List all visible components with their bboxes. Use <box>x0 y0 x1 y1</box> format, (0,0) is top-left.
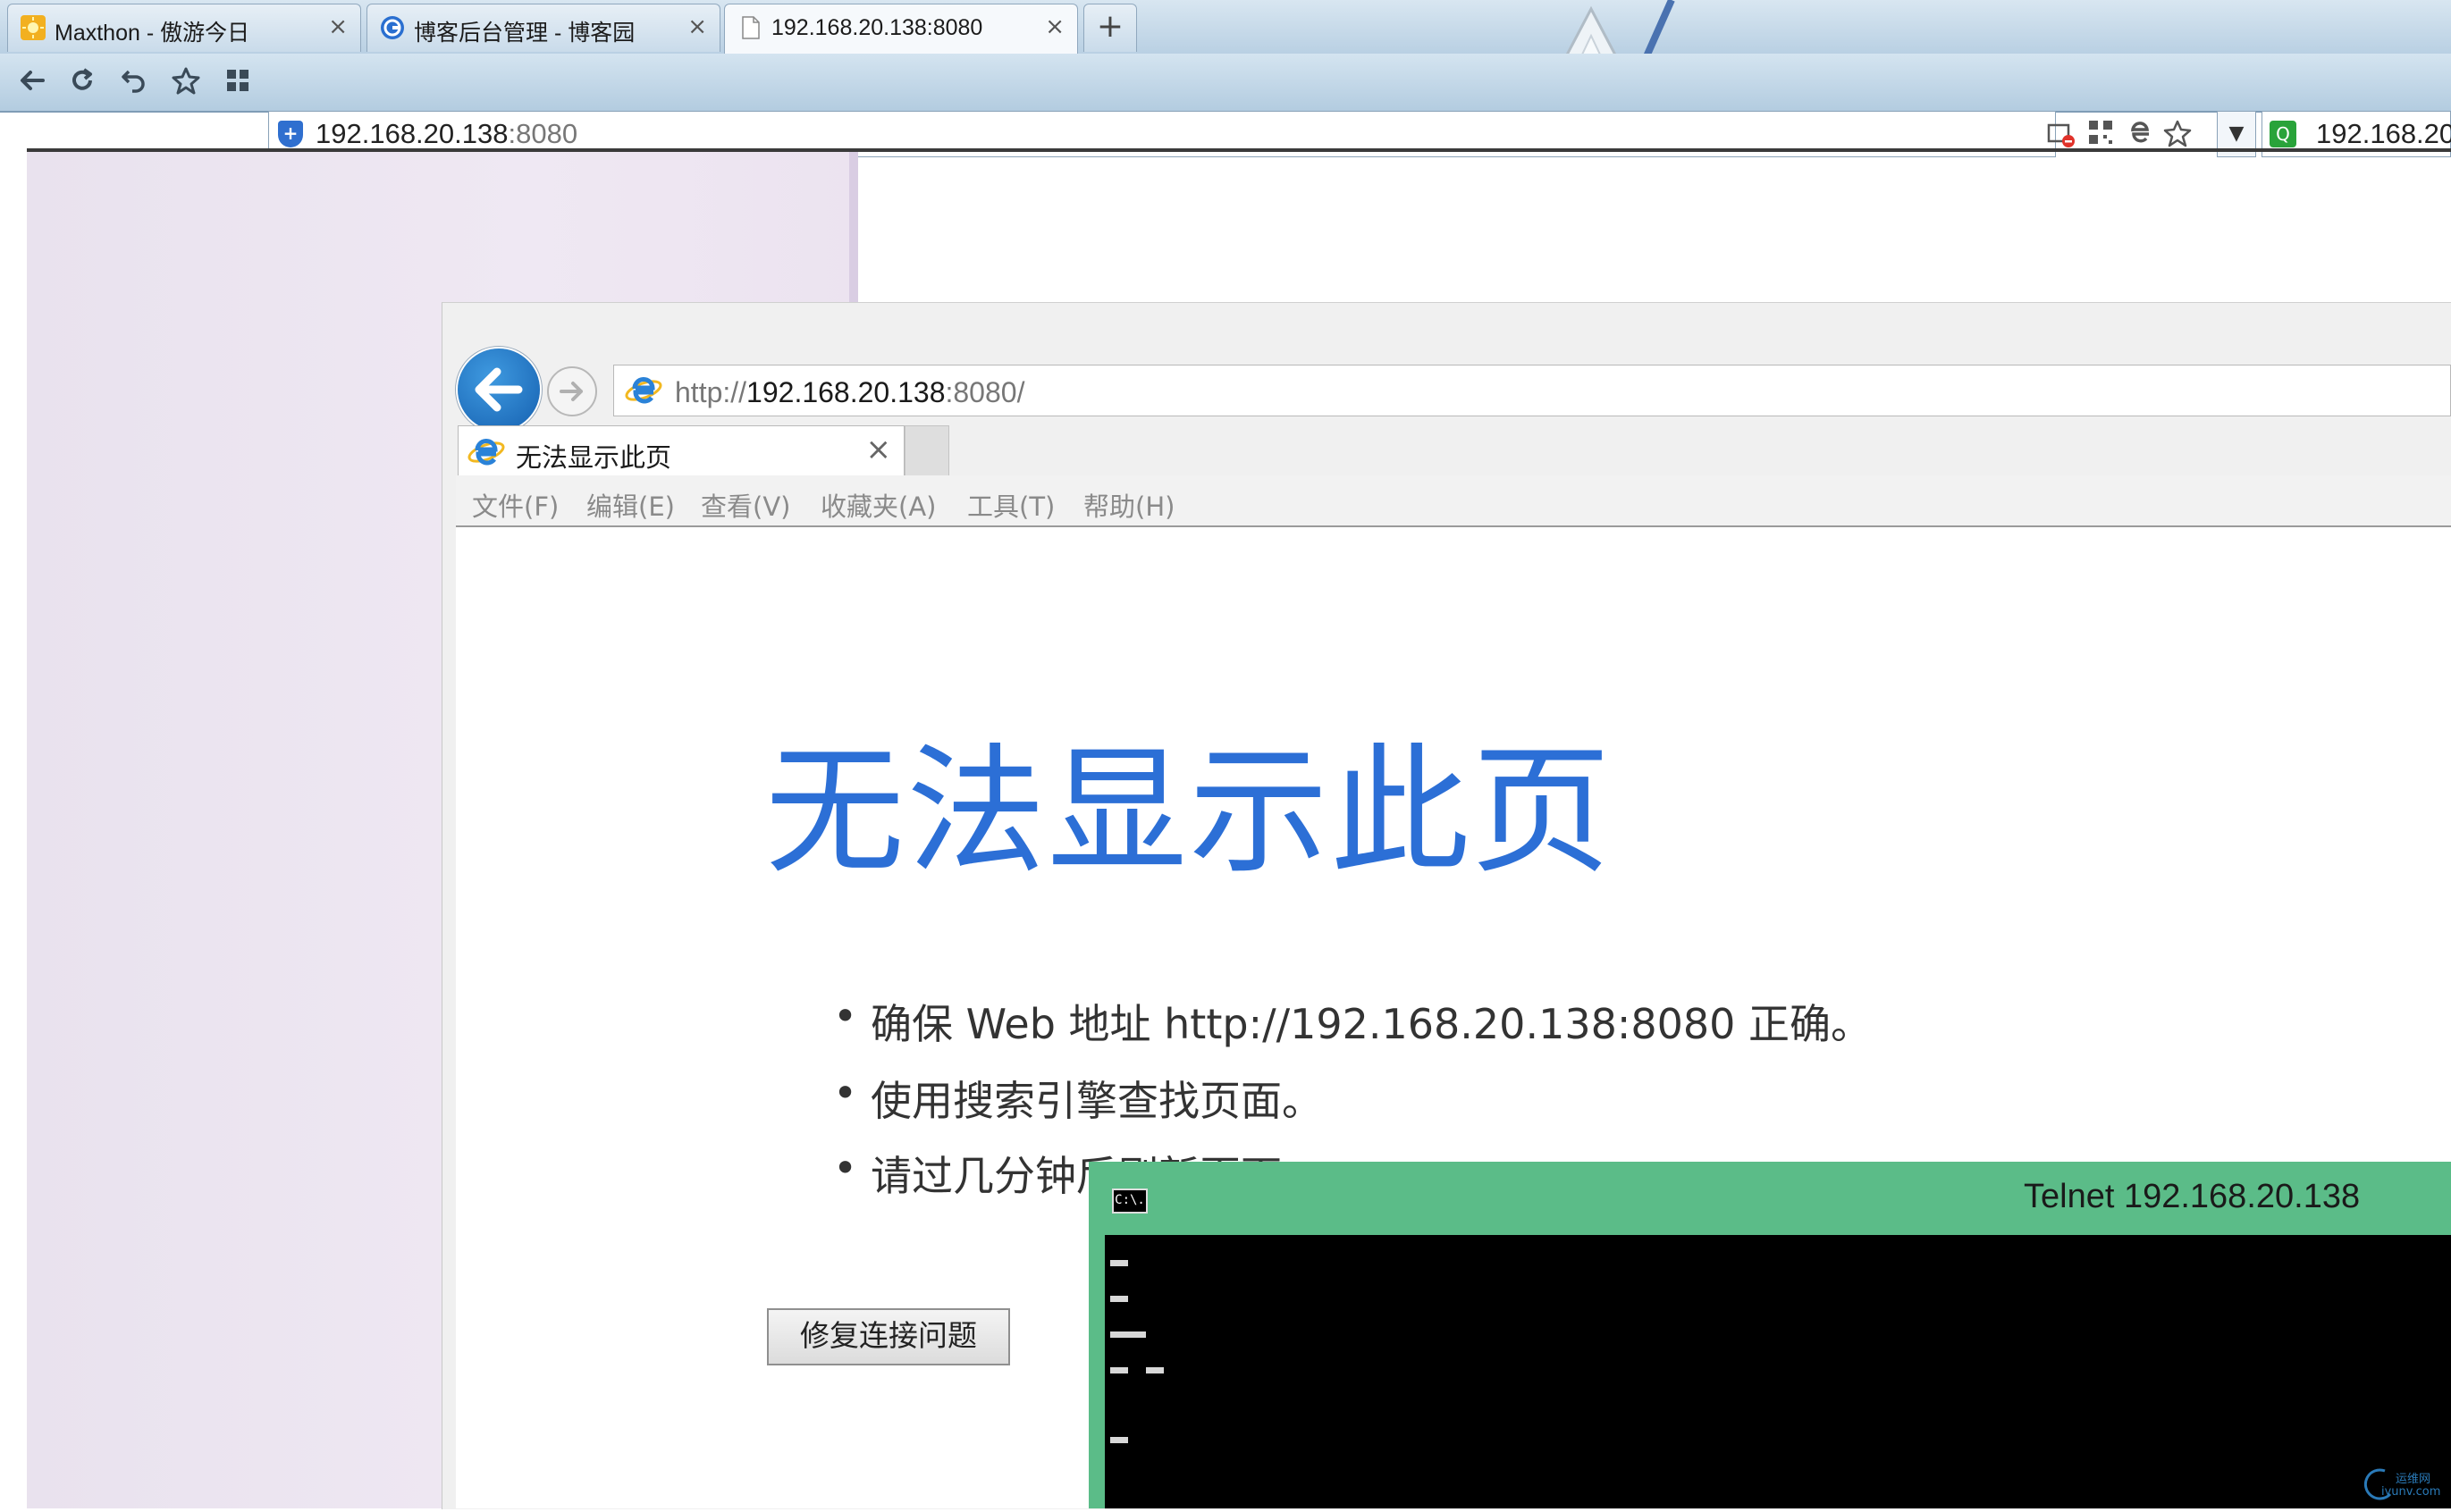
console-cursor-mark <box>1110 1331 1146 1338</box>
ie-logo-icon <box>467 435 505 473</box>
bullet-mark: • <box>833 1069 858 1117</box>
console-icon: C:\. <box>1112 1189 1148 1214</box>
close-icon[interactable]: × <box>1045 13 1065 40</box>
search-text: 192.168.20 <box>2316 118 2451 149</box>
back-arrow-icon[interactable] <box>13 61 52 100</box>
tab-current-page[interactable]: 192.168.20.138:8080 × <box>724 4 1078 54</box>
ie-new-tab-button[interactable] <box>905 425 949 475</box>
error-title: 无法显示此页 <box>765 730 1613 893</box>
close-icon[interactable]: × <box>328 13 348 40</box>
favorite-star-icon[interactable] <box>166 61 206 100</box>
forward-arrow-icon <box>560 382 583 401</box>
menu-view[interactable]: 查看(V) <box>701 486 790 524</box>
watermark-text: 运维网 <box>2396 1473 2431 1486</box>
shield-icon: + <box>278 121 303 147</box>
page-icon <box>737 15 762 40</box>
refresh-icon[interactable] <box>63 61 102 100</box>
tab-blog-admin[interactable]: 博客后台管理 - 博客园 × <box>366 4 720 52</box>
menu-help[interactable]: 帮助(H) <box>1083 486 1175 524</box>
tab-label: 192.168.20.138:8080 <box>771 15 983 40</box>
ie-back-button[interactable] <box>458 349 540 431</box>
background-panel-edge <box>849 152 858 304</box>
telnet-title: Telnet 192.168.20.138 <box>2024 1178 2361 1215</box>
search-icon: Q <box>2270 121 2296 147</box>
tab-label: Maxthon - 傲游今日 <box>55 21 250 46</box>
maxthon-tab-bar: Maxthon - 傲游今日 × 博客后台管理 - 博客园 × 192.168.… <box>0 0 2451 55</box>
console-cursor-mark <box>1110 1437 1128 1443</box>
ie-url-text: http://192.168.20.138:8080/ <box>675 376 1025 408</box>
close-icon[interactable]: × <box>866 432 892 467</box>
fix-connection-button[interactable]: 修复连接问题 <box>767 1308 1010 1365</box>
suggestion-text: 使用搜索引擎查找页面。 <box>871 1077 1323 1125</box>
watermark-url: iyunv.com <box>2381 1485 2441 1499</box>
apps-grid-icon[interactable] <box>218 61 257 100</box>
console-cursor-mark <box>1110 1367 1128 1373</box>
telnet-console[interactable] <box>1105 1235 2451 1508</box>
menu-file[interactable]: 文件(F) <box>472 486 559 524</box>
tab-maxthon-home[interactable]: Maxthon - 傲游今日 × <box>7 4 361 52</box>
suggestion-text: 确保 Web 地址 http://192.168.20.138:8080 正确。 <box>871 1000 1873 1048</box>
ie-address-bar[interactable]: http://192.168.20.138:8080/ <box>613 365 2451 416</box>
menu-tools[interactable]: 工具(T) <box>967 486 1055 524</box>
console-cursor-mark <box>1146 1367 1164 1373</box>
ie-tab-label: 无法显示此页 <box>516 442 672 473</box>
ie-logo-icon <box>625 374 662 411</box>
sun-icon <box>21 15 46 40</box>
address-text: 192.168.20.138:8080 <box>316 118 578 149</box>
maxthon-toolbar: + 192.168.20.138:8080 ▼ Q 192.168.20 <box>0 54 2451 157</box>
bullet-mark: • <box>833 1144 858 1192</box>
ie-menu-bar: 文件(F) 编辑(E) 查看(V) 收藏夹(A) 工具(T) 帮助(H) <box>456 475 2451 527</box>
console-cursor-mark <box>1110 1296 1128 1302</box>
menu-favorites[interactable]: 收藏夹(A) <box>821 486 936 524</box>
ie-tab-current[interactable]: 无法显示此页 × <box>458 425 905 475</box>
blog-logo-icon <box>380 15 405 40</box>
back-arrow-icon <box>475 367 523 412</box>
bullet-mark: • <box>833 992 858 1040</box>
ie-forward-button[interactable] <box>547 366 597 416</box>
console-cursor-mark <box>1110 1260 1128 1266</box>
close-icon[interactable]: × <box>687 13 707 40</box>
menu-edit[interactable]: 编辑(E) <box>586 486 675 524</box>
tab-label: 博客后台管理 - 博客园 <box>414 21 636 46</box>
undo-close-icon[interactable] <box>114 61 154 100</box>
new-tab-button[interactable]: + <box>1083 4 1137 52</box>
